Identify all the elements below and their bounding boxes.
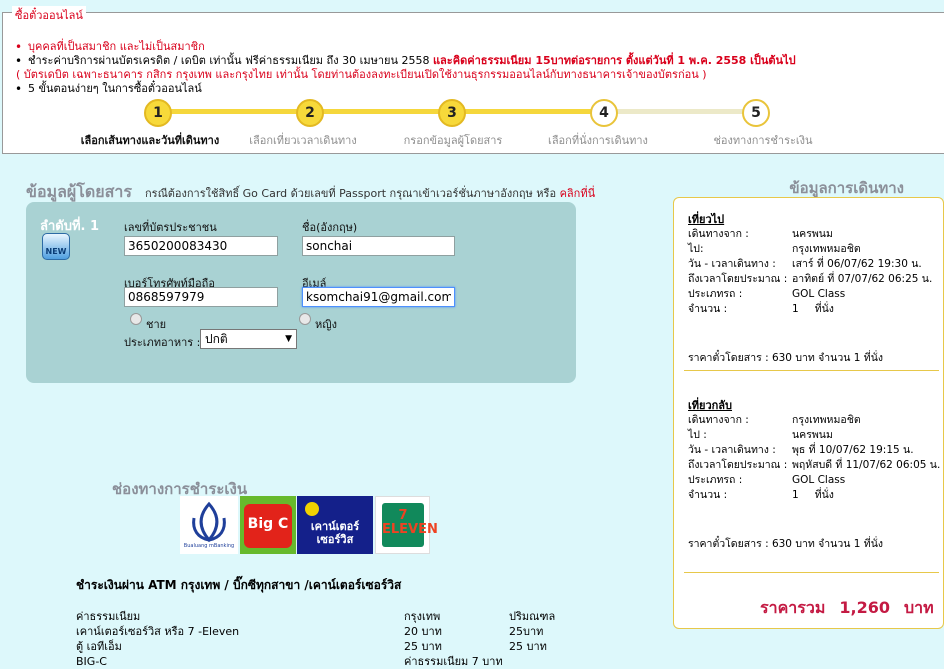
step-remaining-line bbox=[605, 109, 755, 114]
info-line-steps: 5 ขั้นตอนง่ายๆ ในการซื้อตั๋วออนไลน์ bbox=[13, 82, 796, 96]
step-2-label[interactable]: เลือกเที่ยวเวลาเดินทาง bbox=[249, 131, 356, 149]
food-type-label: ประเภทอาหาร : bbox=[124, 336, 201, 349]
trip-divider bbox=[684, 370, 939, 371]
total-price: ราคารวม 1,260 บาท bbox=[760, 598, 934, 617]
female-label: หญิง bbox=[315, 318, 337, 331]
list-item: จำนวน :1 ที่นั่ง bbox=[688, 303, 834, 315]
info-box: บุคคลที่เป็นสมาชิก และไม่เป็นสมาชิก ชำระ… bbox=[2, 12, 944, 154]
trip-panel: เที่ยวไป เดินทางจาก : นครพนม ไป: กรุงเทพหม… bbox=[673, 197, 944, 629]
return-price: ราคาตั๋วโดยสาร : 630 บาท จำนวน 1 ที่นั่ง bbox=[688, 538, 884, 550]
total-amount: 1,260 bbox=[839, 598, 890, 617]
outbound-trip: เที่ยวไป เดินทางจาก : นครพนม ไป: กรุงเทพหม… bbox=[688, 212, 943, 317]
name-label: ชื่อ(อังกฤษ) bbox=[302, 221, 358, 234]
step-indicator: 1 2 3 4 5 เลือกเส้นทางและวันที่เดินทาง เ… bbox=[5, 99, 944, 149]
id-card-label: เลขที่บัตรประชาชน bbox=[124, 221, 217, 234]
info-line-debit: ( บัตรเดบิต เฉพาะธนาคาร กสิกร กรุงเทพ แล… bbox=[16, 68, 707, 81]
info-line-members: บุคคลที่เป็นสมาชิก และไม่เป็นสมาชิก bbox=[13, 40, 796, 54]
seven-eleven-logo[interactable]: 7 ELEVEN bbox=[375, 496, 438, 554]
chevron-down-icon: ▼ bbox=[285, 334, 292, 344]
passenger-desc: กรณีต้องการใช้สิทธิ์ Go Card ด้วยเลขที่ … bbox=[145, 187, 596, 200]
info-line-payment: ชำระค่าบริการผ่านบัตรเครดิต / เดบิต เท่า… bbox=[13, 54, 796, 68]
info-list: บุคคลที่เป็นสมาชิก และไม่เป็นสมาชิก ชำระ… bbox=[13, 40, 796, 96]
trip-divider bbox=[684, 572, 939, 573]
step-progress-line bbox=[159, 109, 605, 114]
male-radio[interactable] bbox=[130, 313, 142, 325]
bigc-logo[interactable]: Big C bbox=[240, 496, 296, 554]
step-4-circle: 4 bbox=[590, 99, 618, 127]
return-trip: เที่ยวกลับ เดินทางจาก : กรุงเทพหมอชิต ไป … bbox=[688, 398, 943, 503]
payment-logos: Bualuang mBanking Big C เคาน์เตอร์ เซอร์… bbox=[180, 496, 438, 554]
list-item: ประเภทรถ : GOL Class bbox=[688, 474, 846, 486]
list-item: ถึงเวลาโดยประมาณ : พฤหัสบดี ที่ 11/07/62 … bbox=[688, 459, 941, 471]
return-heading: เที่ยวกลับ bbox=[688, 399, 733, 412]
list-item: เดินทางจาก : กรุงเทพหมอชิต bbox=[688, 414, 861, 426]
step-3-label[interactable]: กรอกข้อมูลผู้โดยสาร bbox=[404, 131, 503, 149]
name-input[interactable] bbox=[302, 236, 455, 256]
male-label: ชาย bbox=[146, 318, 167, 331]
step-2-circle[interactable]: 2 bbox=[296, 99, 324, 127]
outbound-heading: เที่ยวไป bbox=[688, 213, 725, 226]
new-icon: NEW bbox=[42, 233, 70, 260]
list-item: เดินทางจาก : นครพนม bbox=[688, 228, 833, 240]
english-version-link[interactable]: คลิกที่นี่ bbox=[560, 187, 596, 200]
atm-payment-title: ชำระเงินผ่าน ATM กรุงเทพ / บิ๊กซีทุกสาขา… bbox=[76, 578, 402, 592]
counter-service-logo[interactable]: เคาน์เตอร์ เซอร์วิส bbox=[297, 496, 373, 554]
table-row: เคาน์เตอร์เซอร์วิส หรือ 7 -Eleven 20 บาท 2… bbox=[76, 625, 544, 638]
fee-table: ค่าธรรมเนียม กรุงเทพ ปริมณฑล เคาน์เตอร์เซอ… bbox=[76, 609, 596, 669]
step-1-circle[interactable]: 1 bbox=[144, 99, 172, 127]
outbound-price: ราคาตั๋วโดยสาร : 630 บาท จำนวน 1 ที่นั่ง bbox=[688, 352, 884, 364]
email-input[interactable] bbox=[302, 287, 455, 307]
list-item: วัน - เวลาเดินทาง : เสาร์ ที่ 06/07/62 19… bbox=[688, 258, 922, 270]
table-row: ค่าธรรมเนียม กรุงเทพ ปริมณฑล bbox=[76, 610, 556, 623]
list-item: ไป : นครพนม bbox=[688, 429, 833, 441]
info-legend: ซื้อตั๋วออนไลน์ bbox=[12, 6, 86, 24]
info-fee-note: และคิดค่าธรรมเนียม 15บาทต่อรายการ ตั้งแต… bbox=[432, 54, 796, 67]
list-item: ถึงเวลาโดยประมาณ : อาทิตย์ ที่ 07/07/62 0… bbox=[688, 273, 933, 285]
list-item: ประเภทรถ : GOL Class bbox=[688, 288, 846, 300]
list-item: ไป: กรุงเทพหมอชิต bbox=[688, 243, 861, 255]
table-row: BIG-C ค่าธรรมเนียม 7 บาท bbox=[76, 655, 503, 668]
step-3-circle[interactable]: 3 bbox=[438, 99, 466, 127]
step-4-label: เลือกที่นั่งการเดินทาง bbox=[548, 134, 648, 147]
passenger-card: ลำดับที่. 1 NEW เลขที่บัตรประชาชน ชื่อ(อ… bbox=[26, 202, 576, 383]
step-5-circle: 5 bbox=[742, 99, 770, 127]
id-card-input[interactable] bbox=[124, 236, 278, 256]
phone-input[interactable] bbox=[124, 287, 278, 307]
list-item: จำนวน :1 ที่นั่ง bbox=[688, 489, 834, 501]
food-type-select[interactable]: ปกติ ▼ bbox=[200, 329, 297, 349]
step-5-label: ช่องทางการชำระเงิน bbox=[713, 134, 813, 147]
bualuang-logo[interactable]: Bualuang mBanking bbox=[180, 496, 238, 554]
step-1-label[interactable]: เลือกเส้นทางและวันที่เดินทาง bbox=[81, 131, 219, 149]
female-radio[interactable] bbox=[299, 313, 311, 325]
moon-icon bbox=[305, 502, 319, 516]
table-row: ตู้ เอทีเอ็ม 25 บาท 25 บาท bbox=[76, 640, 547, 653]
list-item: วัน - เวลาเดินทาง : พุธ ที่ 10/07/62 19:1… bbox=[688, 444, 914, 456]
